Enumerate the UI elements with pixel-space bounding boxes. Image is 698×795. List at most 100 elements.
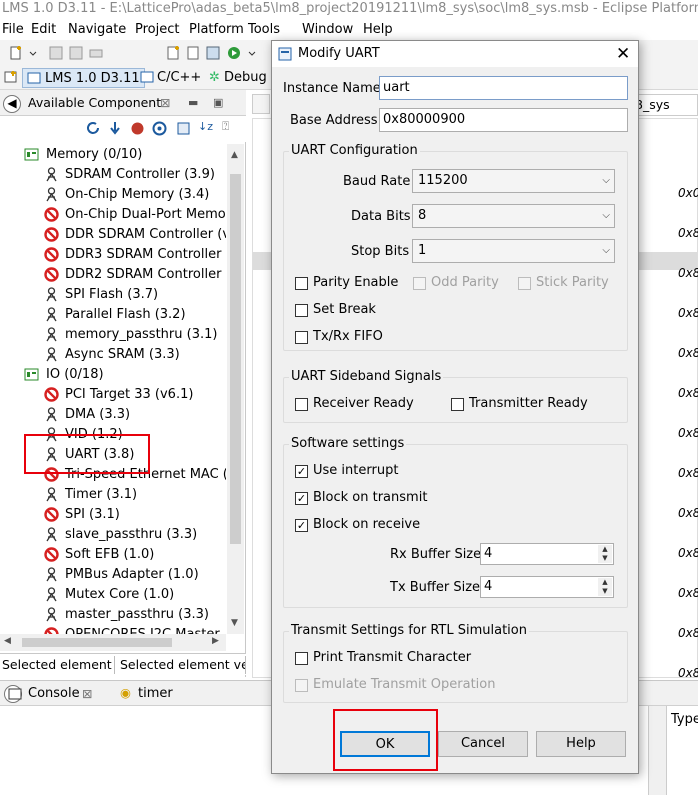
window-title-bar: LMS 1.0 D3.11 - E:\LatticePro\adas_beta5… [0,0,698,20]
menu-navigate[interactable]: Navigate [68,20,126,40]
new-file-icon[interactable] [165,45,181,61]
tab-timer[interactable]: timer [138,686,173,701]
refresh-icon[interactable] [86,121,101,136]
run-icon[interactable] [226,45,242,61]
chevron-down-icon: ⌵ [602,210,610,221]
txrx-fifo-label: Tx/Rx FIFO [313,329,383,344]
back-icon[interactable]: ◀ [3,95,21,113]
component-unavailable-icon [44,387,59,402]
emulate-transmit-checkbox[interactable]: Emulate Transmit Operation [295,676,495,694]
chevron-down-icon: ⌵ [602,175,610,186]
filter-icon[interactable] [130,121,145,136]
set-break-label: Set Break [313,302,376,317]
tx-buffer-spinner[interactable]: 4 ▲ ▼ [480,576,614,598]
parity-enable-checkbox[interactable]: Parity Enable [295,274,398,292]
spin-up-icon[interactable]: ▲ [598,578,612,587]
tree-vertical-scrollbar[interactable]: ▲ ▼ [227,144,244,634]
spin-down-icon[interactable]: ▼ [598,554,612,563]
component-tree[interactable]: Memory (0/10) SDRAM Controller (3.9) On-Ch… [0,144,226,684]
menu-file[interactable]: File [2,20,24,40]
tree-item-label: DDR3 SDRAM Controller (v [65,247,226,262]
open-perspective-icon[interactable] [4,70,18,84]
maximize-icon[interactable]: ▣ [213,90,223,116]
page-icon[interactable] [185,45,201,61]
tree-item-label: Soft EFB (1.0) [65,547,155,562]
tree-item-label: On-Chip Memory (3.4) [65,187,210,202]
cancel-button[interactable]: Cancel [438,731,528,757]
menu-edit[interactable]: Edit [31,20,56,40]
editor-tab[interactable]: 8_sys [631,94,698,116]
tree-horizontal-scrollbar[interactable]: ◀ ▶ [0,634,226,651]
perspective-debug[interactable]: ✲ Debug [205,68,271,88]
component-available-icon [44,307,59,322]
address-cell: 0x8 [678,306,698,320]
dialog-title-bar: Modify UART ✕ [272,41,638,67]
view-tab-title[interactable]: Available Component [28,90,161,116]
block-on-receive-checkbox[interactable]: ✓ Block on receive [295,516,420,534]
folder-icon [24,147,39,162]
use-interrupt-checkbox[interactable]: ✓ Use interrupt [295,462,398,480]
base-address-input[interactable]: 0x80000900 [379,108,628,132]
receiver-ready-checkbox[interactable]: Receiver Ready [295,395,414,413]
menu-project[interactable]: Project [135,20,179,40]
minimize-icon[interactable]: ▬ [188,90,198,116]
close-icon[interactable]: ⊠ [82,686,92,701]
stick-parity-checkbox[interactable]: Stick Parity [518,274,609,292]
close-icon[interactable]: ✕ [616,41,630,67]
help-button[interactable]: Help [536,731,626,757]
stop-bits-select[interactable]: 1 ⌵ [412,239,615,263]
console-scrollbar[interactable] [648,706,666,795]
menu-help[interactable]: Help [363,20,393,40]
dialog-title: Modify UART [298,46,380,61]
menu-platform-tools[interactable]: Platform Tools [189,20,280,40]
data-bits-label: Data Bits [351,209,411,224]
chevron-down-icon[interactable] [247,45,257,61]
tab-console[interactable]: Console [28,686,80,701]
perspective-lms[interactable]: LMS 1.0 D3.11 [22,68,145,88]
new-icon[interactable] [8,45,24,61]
print-transmit-char-checkbox[interactable]: Print Transmit Character [295,649,471,667]
grid-icon[interactable] [205,45,221,61]
data-bits-select[interactable]: 8 ⌵ [412,204,615,228]
tree-item-label: memory_passthru (3.1) [65,327,218,342]
tree-item-label: Parallel Flash (3.2) [65,307,186,322]
instance-name-input[interactable]: uart [379,76,628,100]
checkbox-box [295,304,308,317]
save-all-icon[interactable] [68,45,84,61]
highlight-ok [333,709,438,771]
address-cell: 0x8 [678,666,698,680]
collapse-icon[interactable] [176,121,191,136]
folder-icon [24,367,39,382]
transmitter-ready-checkbox[interactable]: Transmitter Ready [451,395,588,413]
chevron-down-icon[interactable] [28,45,38,61]
receiver-ready-label: Receiver Ready [313,396,414,411]
tree-item-label: slave_passthru (3.3) [65,527,198,542]
component-available-icon [44,527,59,542]
spin-down-icon[interactable]: ▼ [598,587,612,596]
perspective-lms-label: LMS 1.0 D3.11 [45,71,140,86]
address-cell: 0x8 [678,466,698,480]
perspective-cpp[interactable]: C/C++ [136,68,205,88]
editor-tab-left[interactable] [252,94,270,114]
set-break-checkbox[interactable]: Set Break [295,301,376,319]
checkbox-box [295,398,308,411]
save-icon[interactable] [48,45,64,61]
rx-buffer-spinner[interactable]: 4 ▲ ▼ [480,543,614,565]
component-unavailable-icon [44,267,59,282]
txrx-fifo-checkbox[interactable]: Tx/Rx FIFO [295,328,383,346]
checkbox-box [295,277,308,290]
settings-icon[interactable] [152,121,167,136]
menu-window[interactable]: Window [302,20,353,40]
rx-buffer-value: 4 [484,546,493,561]
sort-icon[interactable]: ↓z [198,120,213,133]
close-icon[interactable]: ⊠ [160,90,170,116]
help-icon[interactable]: ⍰ [222,119,229,134]
print-icon[interactable] [88,45,104,61]
baud-rate-select[interactable]: 115200 ⌵ [412,169,615,193]
tree-item-label: master_passthru (3.3) [65,607,209,622]
block-on-transmit-checkbox[interactable]: ✓ Block on transmit [295,489,427,507]
spin-up-icon[interactable]: ▲ [598,545,612,554]
odd-parity-checkbox[interactable]: Odd Parity [413,274,499,292]
download-icon[interactable] [108,121,123,136]
component-unavailable-icon [44,227,59,242]
